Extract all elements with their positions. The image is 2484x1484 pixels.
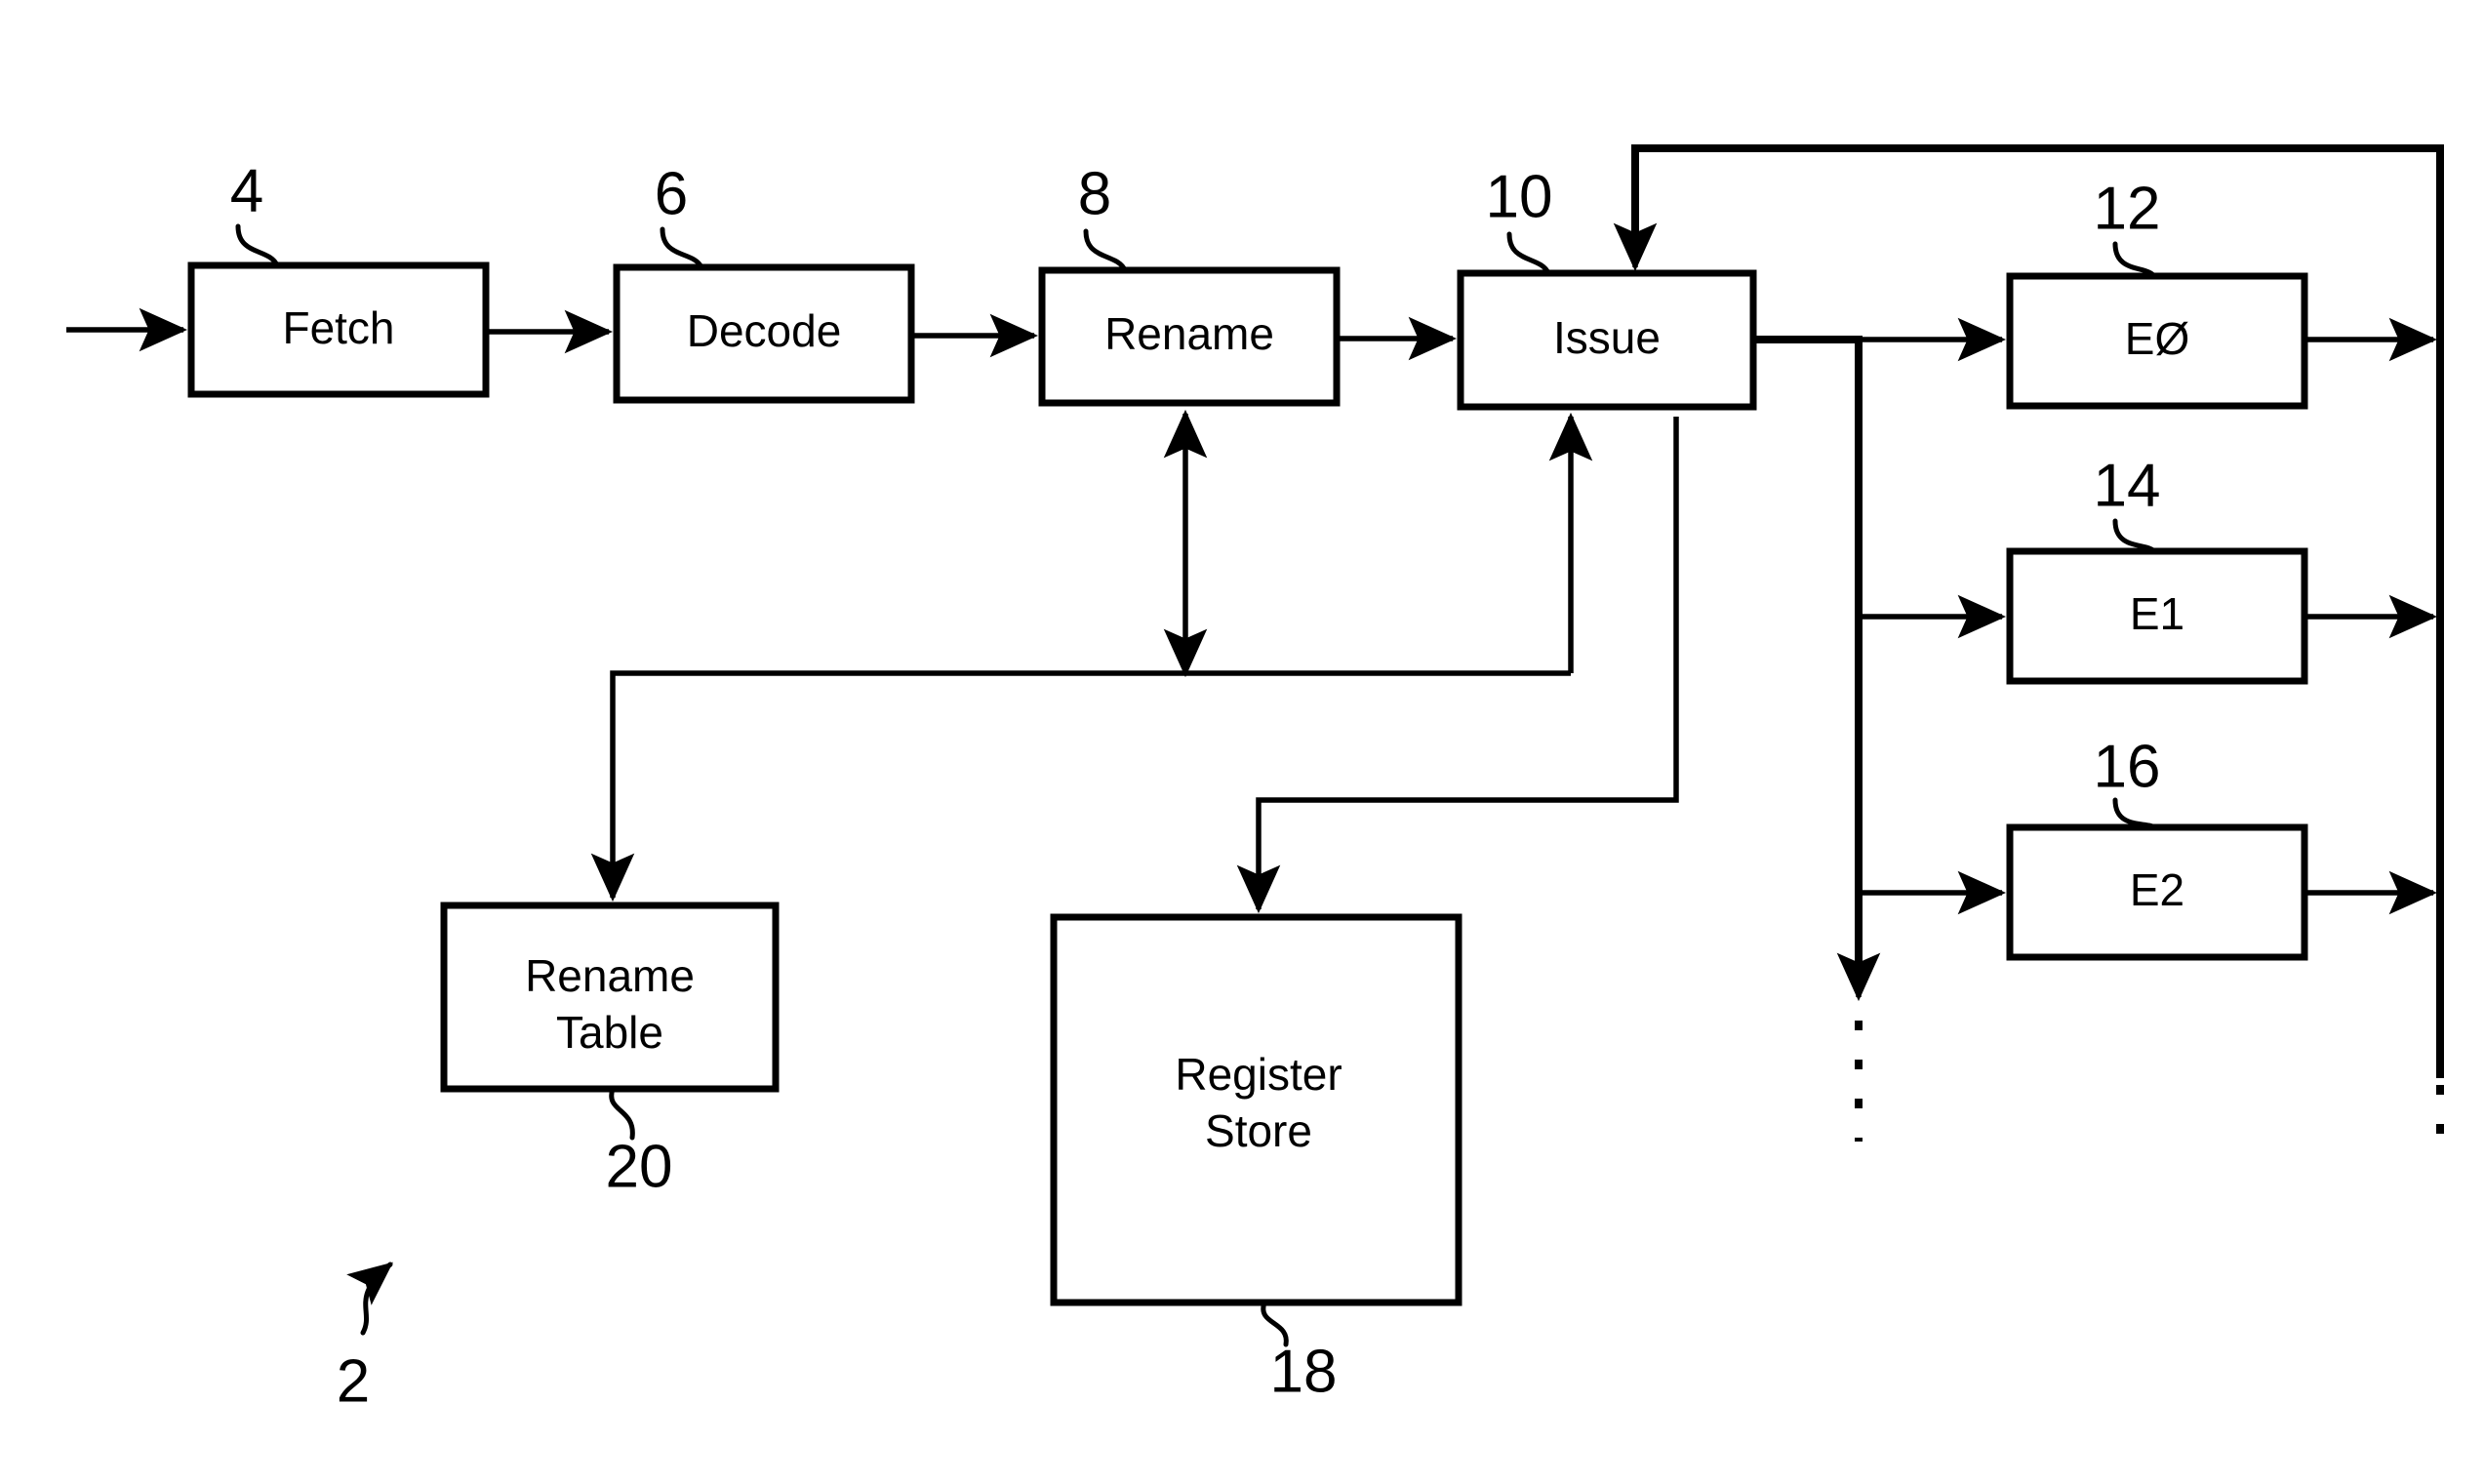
figure-canvas: Fetch Decode Rename Issue EØ E1 E2 Renam…: [0, 0, 2484, 1484]
leader-line-16: [2112, 797, 2157, 830]
block-rename[interactable]: Rename: [1038, 266, 1341, 407]
ref-numeral-12: 12: [2094, 175, 2161, 242]
block-rename-table-label-line1: Rename: [525, 950, 695, 1001]
wire-issue-to-registerstore: [1236, 417, 1679, 914]
pipeline-diagram: Fetch Decode Rename Issue EØ E1 E2 Renam…: [66, 144, 2444, 1415]
block-e1[interactable]: E1: [2006, 547, 2308, 685]
block-issue[interactable]: Issue: [1457, 269, 1757, 411]
block-rename-table[interactable]: Rename Table: [440, 902, 780, 1093]
leader-line-20: [609, 1086, 635, 1141]
block-decode[interactable]: Decode: [613, 263, 915, 404]
leader-line-12: [2112, 241, 2157, 279]
wire-issue-distribution-bus: [1753, 336, 1863, 985]
ref-numeral-18: 18: [1270, 1338, 1338, 1405]
ref-numeral-2: 2: [337, 1347, 370, 1415]
block-e0[interactable]: EØ: [2006, 272, 2308, 410]
block-fetch[interactable]: Fetch: [187, 261, 490, 398]
block-rename-label: Rename: [1104, 308, 1274, 359]
leader-line-10: [1506, 231, 1551, 276]
ref-numeral-20: 20: [606, 1133, 673, 1200]
block-e0-label: EØ: [2125, 313, 2189, 364]
block-layer: Fetch Decode Rename Issue EØ E1 E2 Renam…: [187, 261, 2308, 1306]
block-decode-label: Decode: [687, 305, 842, 356]
ref-numeral-16: 16: [2094, 733, 2161, 800]
block-e2-label: E2: [2130, 864, 2184, 915]
ref-numeral-10: 10: [1486, 163, 1553, 230]
ref-numeral-8: 8: [1078, 160, 1111, 227]
leader-line-8: [1083, 228, 1128, 273]
block-issue-label: Issue: [1553, 312, 1661, 363]
block-rename-table-label-line2: Table: [556, 1007, 663, 1058]
wire-renametable-feed: [590, 670, 1571, 902]
leader-line-4: [235, 223, 280, 268]
leader-line-2: [346, 1262, 393, 1336]
block-register-store-label-line1: Register: [1175, 1049, 1342, 1100]
block-register-store-label-line2: Store: [1205, 1105, 1312, 1156]
block-register-store[interactable]: Register Store: [1050, 913, 1462, 1306]
leader-line-6: [660, 226, 704, 270]
block-fetch-label: Fetch: [282, 302, 394, 353]
ref-numeral-6: 6: [655, 160, 688, 227]
block-e1-label: E1: [2130, 588, 2184, 639]
block-e2[interactable]: E2: [2006, 823, 2308, 961]
ref-numeral-4: 4: [230, 157, 263, 224]
leader-line-14: [2112, 518, 2157, 554]
ref-numeral-14: 14: [2094, 452, 2161, 519]
